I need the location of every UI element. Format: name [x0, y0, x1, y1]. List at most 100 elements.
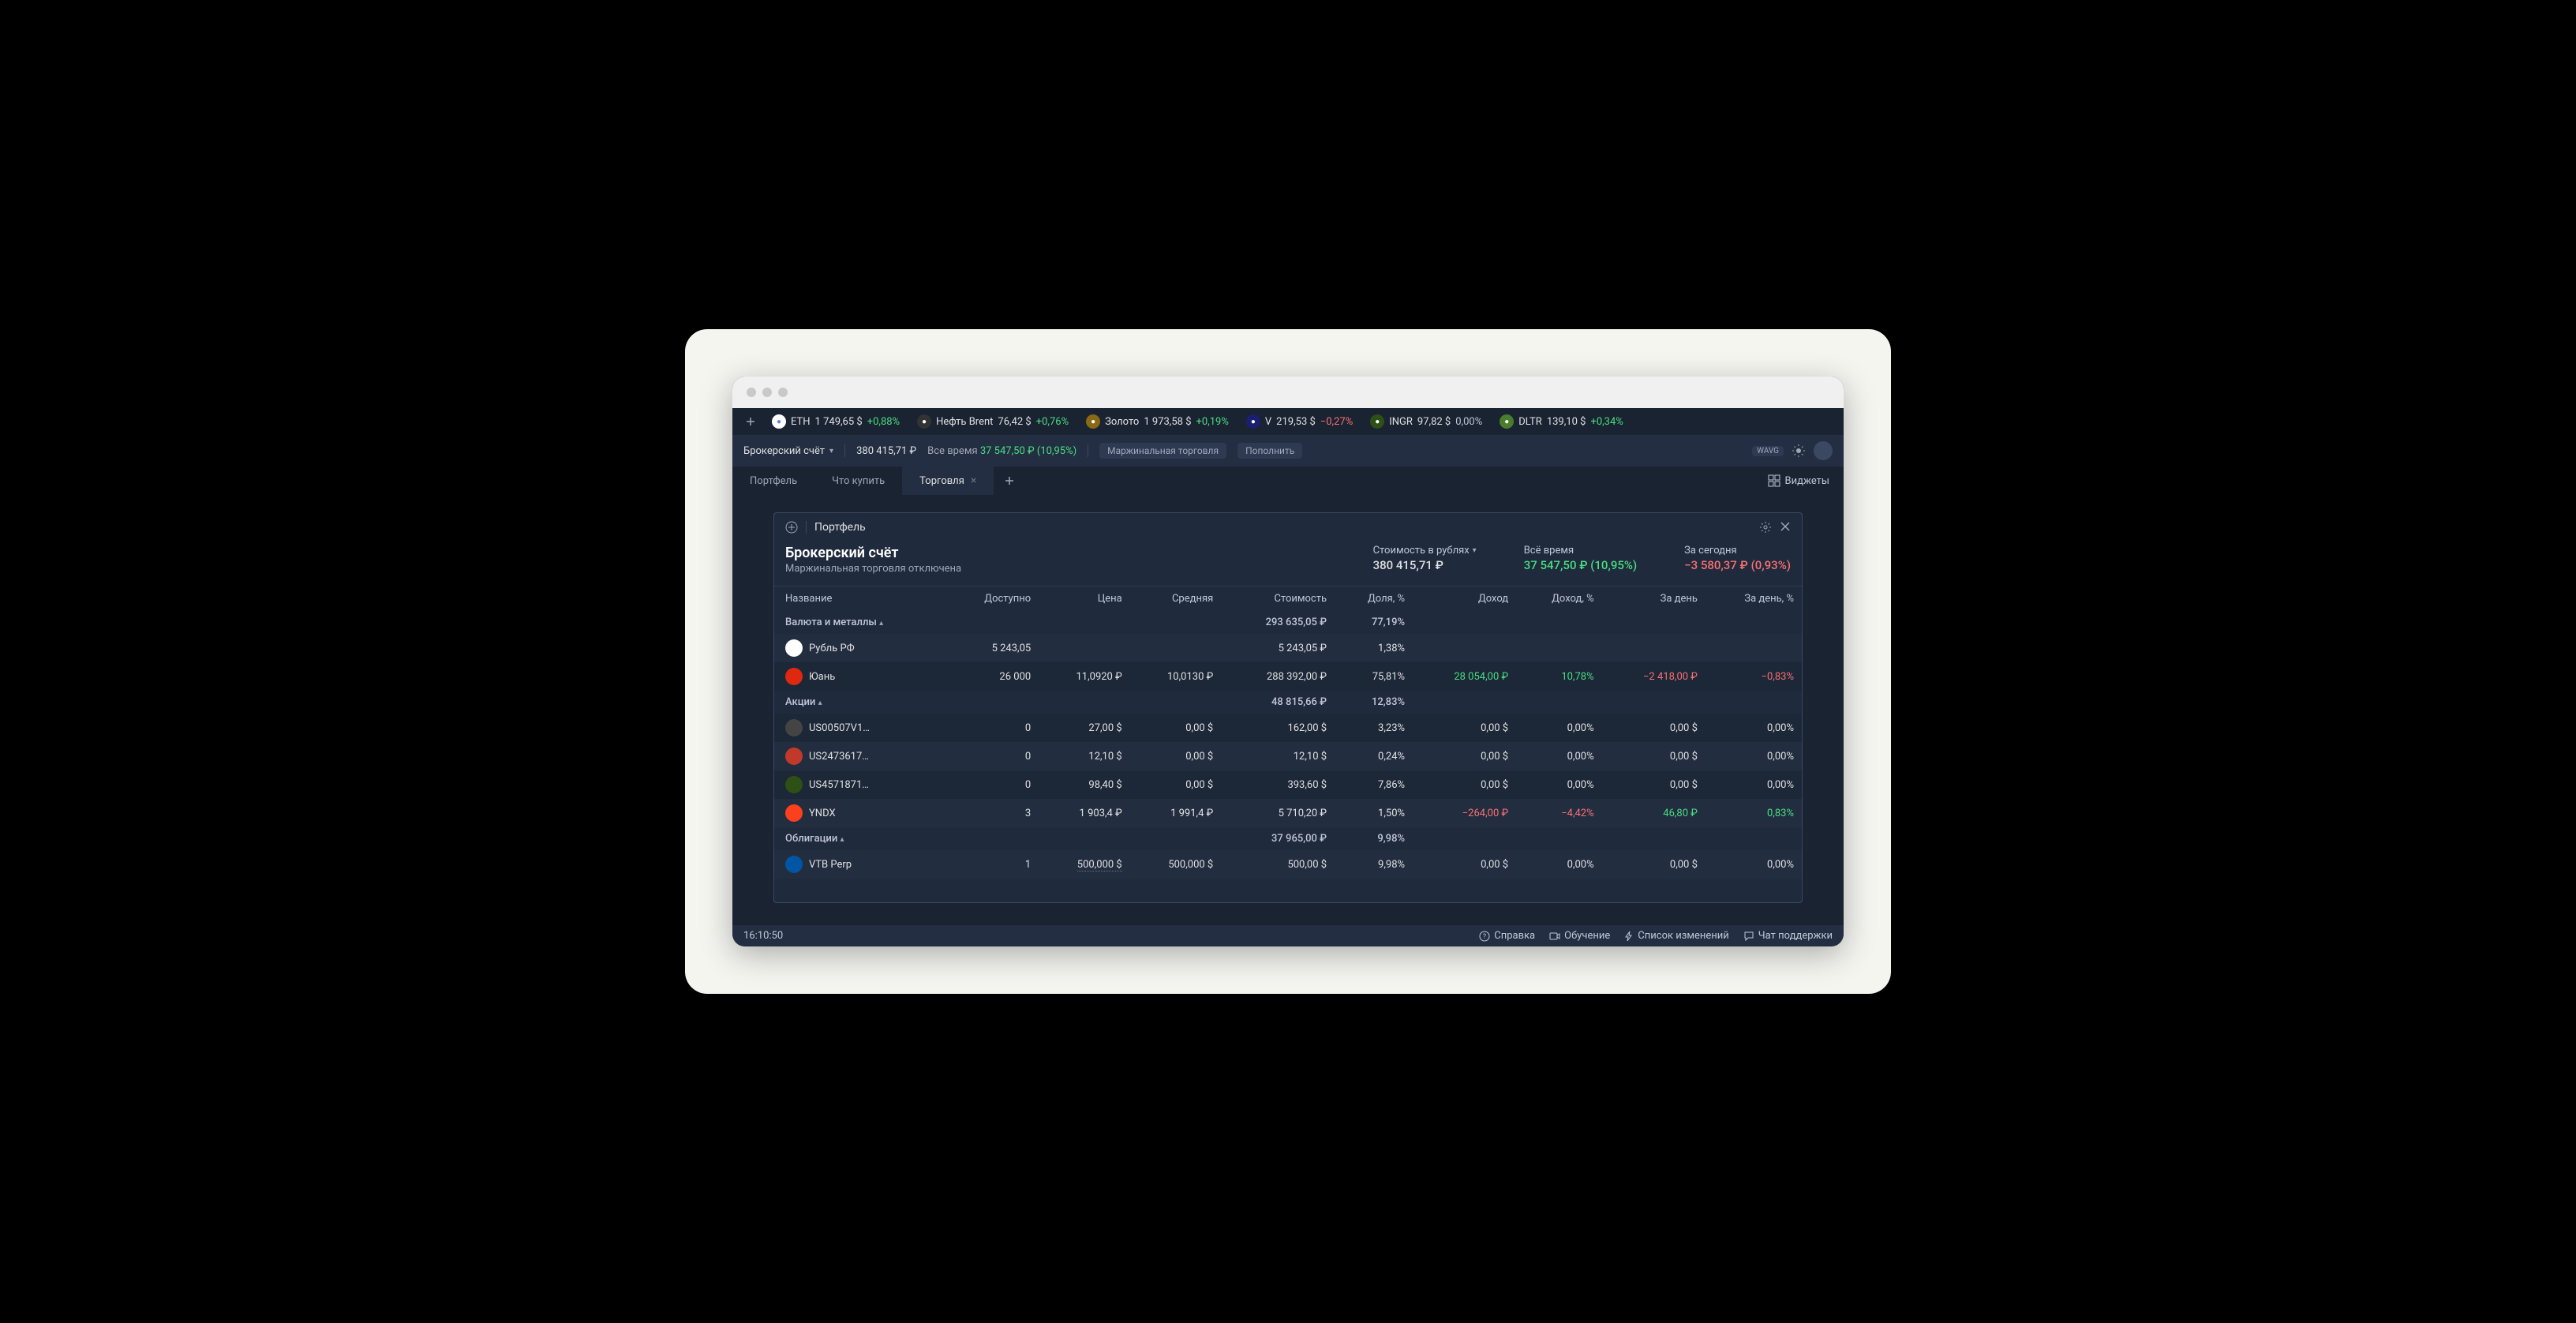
col-income-pct[interactable]: Доход, %: [1516, 587, 1602, 612]
support-link[interactable]: Чат поддержки: [1743, 930, 1833, 942]
cell-day: [1602, 634, 1705, 662]
cell-price: 12,10 $: [1039, 742, 1130, 770]
add-ticker-button[interactable]: [743, 414, 758, 429]
cell-avg: 10,0130 ₽: [1130, 662, 1222, 691]
tab-trade[interactable]: Торговля ×: [902, 467, 994, 495]
ticker-item[interactable]: ● Нефть Brent 76,42 $ +0,76%: [917, 414, 1069, 429]
close-dot[interactable]: [747, 388, 756, 397]
cell-avail: 0: [947, 770, 1039, 799]
cell-value: 288 392,00 ₽: [1221, 662, 1335, 691]
asset-icon: [785, 719, 803, 736]
table-row[interactable]: US00507V1… 0 27,00 $ 0,00 $ 162,00 $ 3,2…: [774, 714, 1802, 742]
ticker-item[interactable]: ● INGR 97,82 $ 0,00%: [1370, 414, 1482, 429]
col-avail[interactable]: Доступно: [947, 587, 1039, 612]
col-income[interactable]: Доход: [1413, 587, 1516, 612]
gear-icon[interactable]: [1759, 521, 1772, 534]
ticker-change: +0,34%: [1590, 416, 1623, 428]
ticker-change: +0,88%: [867, 416, 900, 428]
theme-toggle[interactable]: [1792, 444, 1806, 458]
ticker-item[interactable]: ● V 219,53 $ −0,27%: [1246, 414, 1353, 429]
cell-value: 500,00 $: [1221, 850, 1335, 879]
col-price[interactable]: Цена: [1039, 587, 1130, 612]
alltime-label: Все время: [927, 445, 977, 457]
close-icon[interactable]: [1780, 521, 1791, 534]
ticker-icon: ●: [772, 414, 786, 429]
tutorial-link[interactable]: Обучение: [1549, 930, 1610, 942]
group-row[interactable]: Акции ▴ 48 815,66 ₽ 12,83%: [774, 691, 1802, 714]
asset-icon: [785, 639, 803, 657]
ticker-bar: ● ETH 1 749,65 $ +0,88% ● Нефть Brent 76…: [732, 408, 1844, 435]
group-share: 77,19%: [1335, 611, 1413, 634]
wavg-badge[interactable]: WAVG: [1752, 446, 1784, 456]
cell-avail: 0: [947, 742, 1039, 770]
ticker-icon: ●: [1086, 414, 1100, 429]
cell-value: 5 710,20 ₽: [1221, 799, 1335, 827]
cell-income: 0,00 $: [1413, 714, 1516, 742]
table-row[interactable]: Юань 26 000 11,0920 ₽ 10,0130 ₽ 288 392,…: [774, 662, 1802, 691]
header-balance: 380 415,71 ₽: [856, 445, 916, 457]
group-share: 12,83%: [1335, 691, 1413, 714]
group-row[interactable]: Облигации ▴ 37 965,00 ₽ 9,98%: [774, 827, 1802, 850]
col-day[interactable]: За день: [1602, 587, 1705, 612]
ticker-item[interactable]: ● Золото 1 973,58 $ +0,19%: [1086, 414, 1229, 429]
cell-income-pct: [1516, 634, 1602, 662]
group-share: 9,98%: [1335, 827, 1413, 850]
portfolio-panel: Портфель Брокерский счёт Маржинальная то…: [773, 512, 1803, 903]
col-name[interactable]: Название: [774, 587, 947, 612]
ticker-item[interactable]: ● ETH 1 749,65 $ +0,88%: [772, 414, 900, 429]
cell-income-pct: −4,42%: [1516, 799, 1602, 827]
user-avatar[interactable]: [1814, 441, 1833, 460]
table-row[interactable]: VTB Perp 1 500,000 $ 500,000 $ 500,00 $ …: [774, 850, 1802, 879]
cell-day: 0,00 $: [1602, 850, 1705, 879]
cell-value: 162,00 $: [1221, 714, 1335, 742]
help-link[interactable]: ? Справка: [1479, 930, 1535, 942]
table-row[interactable]: US4571871… 0 98,40 $ 0,00 $ 393,60 $ 7,8…: [774, 770, 1802, 799]
cell-day: 0,00 $: [1602, 714, 1705, 742]
group-name: Акции: [785, 696, 815, 708]
maximize-dot[interactable]: [778, 388, 788, 397]
ticker-change: +0,19%: [1196, 416, 1229, 428]
alltime-label: Всё время: [1524, 545, 1637, 557]
cell-day-pct: [1705, 634, 1802, 662]
minimize-dot[interactable]: [762, 388, 772, 397]
cell-value: 12,10 $: [1221, 742, 1335, 770]
cell-share: 1,38%: [1335, 634, 1413, 662]
tab-portfolio[interactable]: Портфель: [732, 467, 814, 495]
account-sub: Маржинальная торговля отключена: [785, 563, 1326, 575]
asset-name: US4571871…: [809, 779, 869, 791]
close-icon[interactable]: ×: [971, 474, 976, 487]
cell-avail: 5 243,05: [947, 634, 1039, 662]
tabs-row: Портфель Что купить Торговля × Виджеты: [732, 467, 1844, 495]
col-share[interactable]: Доля, %: [1335, 587, 1413, 612]
add-button[interactable]: [785, 521, 798, 534]
group-row[interactable]: Валюта и металлы ▴ 293 635,05 ₽ 77,19%: [774, 611, 1802, 634]
table-row[interactable]: Рубль РФ 5 243,05 5 243,05 ₽ 1,38%: [774, 634, 1802, 662]
changelog-link[interactable]: Список изменений: [1624, 930, 1728, 942]
margin-badge[interactable]: Маржинальная торговля: [1099, 443, 1226, 459]
col-day-pct[interactable]: За день, %: [1705, 587, 1802, 612]
account-dropdown[interactable]: Брокерский счёт ▾: [743, 445, 833, 457]
ticker-item[interactable]: ● DLTR 139,10 $ +0,34%: [1500, 414, 1623, 429]
asset-icon: [785, 748, 803, 765]
cell-income: −264,00 ₽: [1413, 799, 1516, 827]
cell-share: 1,50%: [1335, 799, 1413, 827]
col-avg[interactable]: Средняя: [1130, 587, 1222, 612]
cell-avail: 26 000: [947, 662, 1039, 691]
table-row[interactable]: YNDX 3 1 903,4 ₽ 1 991,4 ₽ 5 710,20 ₽ 1,…: [774, 799, 1802, 827]
col-value[interactable]: Стоимость: [1221, 587, 1335, 612]
widgets-button[interactable]: Виджеты: [1754, 474, 1844, 487]
clock: 16:10:50: [743, 930, 783, 942]
table-row[interactable]: US2473617… 0 12,10 $ 0,00 $ 12,10 $ 0,24…: [774, 742, 1802, 770]
topup-button[interactable]: Пополнить: [1237, 443, 1302, 459]
ticker-symbol: INGR: [1389, 416, 1413, 428]
portfolio-value: 380 415,71 ₽: [1373, 558, 1477, 572]
video-icon: [1549, 931, 1560, 942]
asset-icon: [785, 856, 803, 873]
cell-avail: 1: [947, 850, 1039, 879]
tab-buy[interactable]: Что купить: [814, 467, 902, 495]
add-tab-button[interactable]: [994, 468, 1025, 493]
value-dropdown[interactable]: Стоимость в рублях ▾: [1373, 545, 1477, 557]
cell-income: 0,00 $: [1413, 770, 1516, 799]
cell-day-pct: 0,00%: [1705, 714, 1802, 742]
asset-icon: [785, 668, 803, 685]
